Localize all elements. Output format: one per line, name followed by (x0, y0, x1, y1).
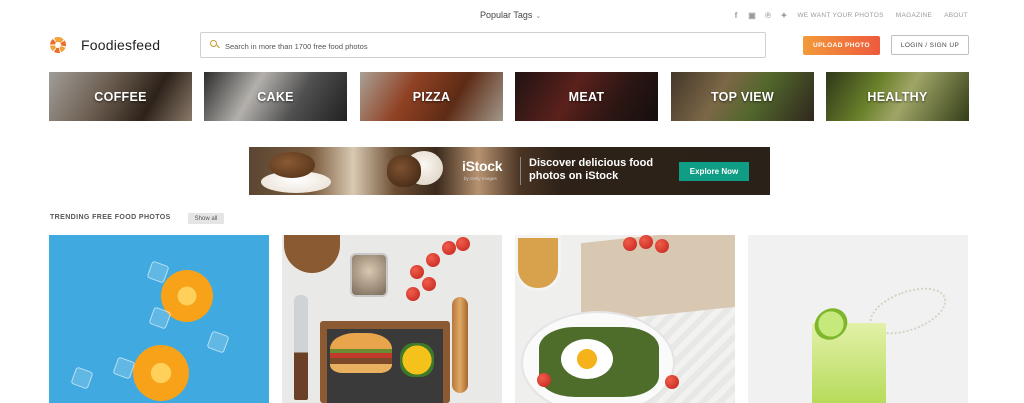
tomato (442, 241, 456, 255)
jar-image (350, 253, 388, 297)
category-tile-top-view[interactable]: TOP VIEW (671, 72, 814, 121)
tomato (537, 373, 551, 387)
category-label: HEALTHY (867, 89, 928, 104)
banner-divider (520, 157, 521, 185)
twitter-icon[interactable]: ✦ (780, 10, 788, 20)
banner-headline: Discover delicious food photos on iStock (529, 157, 654, 182)
instagram-icon[interactable]: ▣ (748, 10, 756, 20)
logo-icon[interactable] (50, 37, 66, 53)
photo-card-lime-drink[interactable] (748, 235, 968, 403)
tea-cup-image (515, 235, 561, 291)
tomato (665, 375, 679, 389)
banner-food-image (269, 152, 315, 178)
category-strip: COFFEE CAKE PIZZA MEAT TOP VIEW HEALTHY (49, 72, 969, 121)
category-label: MEAT (568, 89, 605, 104)
popular-tags-dropdown[interactable]: Popular Tags ⌄ (480, 10, 541, 20)
ice-cube (112, 356, 136, 380)
social-links: f ▣ ℗ ✦ (732, 10, 788, 20)
banner-food-image (387, 155, 421, 187)
trending-section-title: TRENDING FREE FOOD PHOTOS (50, 214, 171, 221)
chevron-down-icon: ⌄ (535, 13, 542, 20)
corn-image (400, 343, 434, 377)
top-bar: Popular Tags ⌄ f ▣ ℗ ✦ WE WANT YOUR PHOTO… (0, 0, 1024, 30)
category-label: TOP VIEW (710, 89, 775, 104)
facebook-icon[interactable]: f (732, 10, 740, 20)
pepper-grinder (452, 297, 468, 393)
category-label: COFFEE (94, 89, 147, 104)
ice-cube (206, 330, 230, 354)
pinterest-icon[interactable]: ℗ (764, 10, 772, 20)
tomato (422, 277, 436, 291)
show-all-button[interactable]: Show all (188, 213, 224, 224)
category-tile-healthy[interactable]: HEALTHY (826, 72, 969, 121)
category-tile-meat[interactable]: MEAT (515, 72, 658, 121)
getty-subtitle: by Getty Images (464, 176, 497, 181)
tomato (456, 237, 470, 251)
tomato (639, 235, 653, 249)
search-input[interactable] (225, 38, 745, 54)
photo-card-burgers[interactable] (282, 235, 502, 403)
tomato (623, 237, 637, 251)
bowl-image (284, 235, 340, 273)
nav-link-magazine[interactable]: MAGAZINE (896, 12, 932, 19)
tomato (406, 287, 420, 301)
burger-image (330, 333, 392, 373)
category-label: PIZZA (412, 89, 451, 104)
category-tile-coffee[interactable]: COFFEE (49, 72, 192, 121)
orange-slice (133, 345, 189, 401)
category-tile-pizza[interactable]: PIZZA (360, 72, 503, 121)
logo-text[interactable]: Foodiesfeed (81, 37, 160, 53)
category-label: CAKE (257, 89, 294, 104)
top-nav-links: WE WANT YOUR PHOTOS MAGAZINE ABOUT (797, 12, 968, 19)
istock-ad-banner[interactable]: iStock by Getty Images Discover deliciou… (249, 147, 770, 195)
nav-link-about[interactable]: ABOUT (944, 12, 968, 19)
search-bar (200, 32, 766, 58)
search-icon (210, 40, 220, 49)
tomato (426, 253, 440, 267)
photo-card-oranges[interactable] (49, 235, 269, 403)
knife-image (294, 295, 308, 400)
explore-now-button[interactable]: Explore Now (679, 162, 749, 181)
tomato (655, 239, 669, 253)
fried-egg-image (561, 339, 613, 379)
category-tile-cake[interactable]: CAKE (204, 72, 347, 121)
login-signup-button[interactable]: LOGIN / SIGN UP (891, 35, 969, 55)
tomato (410, 265, 424, 279)
photo-card-egg-toast[interactable] (515, 235, 735, 403)
nav-link-want-photos[interactable]: WE WANT YOUR PHOTOS (797, 12, 883, 19)
istock-logo: iStock (462, 158, 503, 174)
ice-cube (70, 366, 94, 390)
popular-tags-label: Popular Tags (480, 10, 533, 20)
upload-photo-button[interactable]: UPLOAD PHOTO (803, 36, 880, 55)
